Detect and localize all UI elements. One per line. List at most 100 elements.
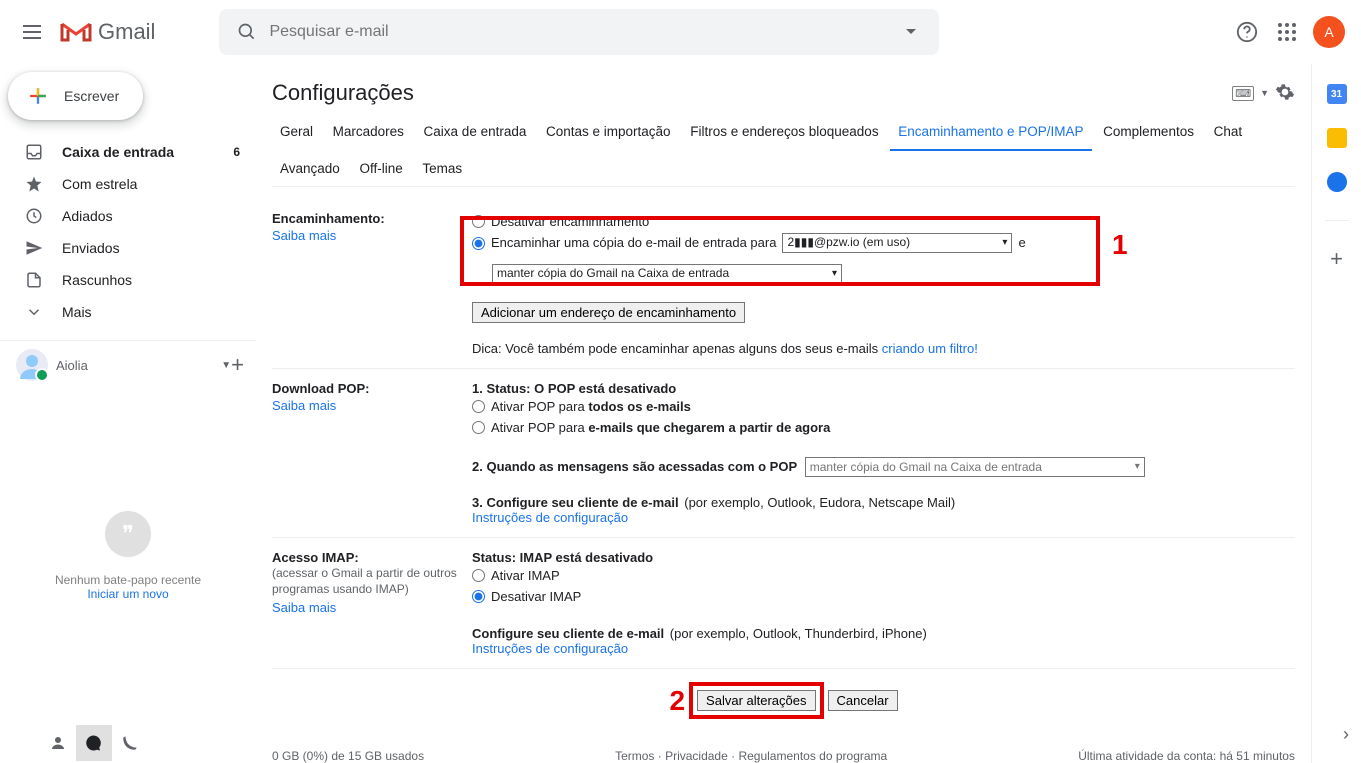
sidebar-item-label: Adiados xyxy=(62,208,240,224)
pop-when-select[interactable]: manter cópia do Gmail na Caixa de entrad… xyxy=(805,457,1145,477)
tab-avan-ado[interactable]: Avançado xyxy=(272,151,348,186)
account-avatar[interactable]: A xyxy=(1313,16,1345,48)
get-addons-button[interactable]: + xyxy=(1327,249,1347,269)
pop-enable-new-radio[interactable] xyxy=(472,421,485,434)
compose-button[interactable]: Escrever xyxy=(8,72,143,120)
tab-temas[interactable]: Temas xyxy=(414,151,470,186)
forwarding-enable-radio[interactable] xyxy=(472,237,485,250)
sidebar-item-label: Mais xyxy=(62,304,240,320)
snoozed-icon xyxy=(24,206,44,226)
activity-text: Última atividade da conta: há 51 minutos xyxy=(1078,749,1295,763)
tab-contas-e-importa-o[interactable]: Contas e importação xyxy=(538,114,679,149)
tab-chat[interactable]: Chat xyxy=(1206,114,1251,149)
forwarding-and-word: e xyxy=(1018,232,1025,253)
sidebar-item-starred[interactable]: Com estrela xyxy=(0,168,256,200)
tab-off-line[interactable]: Off-line xyxy=(351,151,410,186)
pop-instructions-link[interactable]: Instruções de configuração xyxy=(472,510,628,525)
hangouts-new-chat-button[interactable]: + xyxy=(231,352,244,378)
plus-icon xyxy=(24,82,52,110)
sidebar-item-more[interactable]: Mais xyxy=(0,296,256,328)
tab-geral[interactable]: Geral xyxy=(272,114,321,149)
header: Gmail A xyxy=(0,0,1361,64)
hamburger-icon xyxy=(23,31,41,33)
keyboard-icon[interactable]: ⌨ xyxy=(1232,86,1254,101)
imap-enable-row[interactable]: Ativar IMAP xyxy=(472,565,1295,586)
footer-links: Termos · Privacidade · Regulamentos do p… xyxy=(615,749,887,763)
calendar-addon-icon[interactable]: 31 xyxy=(1327,84,1347,104)
imap-section: Acesso IMAP: (acessar o Gmail a partir d… xyxy=(272,537,1295,668)
search-input[interactable] xyxy=(267,22,891,42)
search-options-button[interactable] xyxy=(891,12,931,52)
sidebar-item-label: Com estrela xyxy=(62,176,240,192)
terms-link[interactable]: Termos xyxy=(615,749,654,763)
pop-section: Download POP: Saiba mais 1. Status: O PO… xyxy=(272,368,1295,537)
tab-complementos[interactable]: Complementos xyxy=(1095,114,1202,149)
imap-subtitle: (acessar o Gmail a partir de outros prog… xyxy=(272,565,472,599)
search-box[interactable] xyxy=(219,9,939,55)
hangouts-avatar xyxy=(16,349,48,381)
privacy-link[interactable]: Privacidade xyxy=(665,749,728,763)
pop-enable-new-row[interactable]: Ativar POP para e-mails que chegarem a p… xyxy=(472,417,1295,438)
hangouts-user-name: Aiolia xyxy=(56,358,221,373)
cancel-button[interactable]: Cancelar xyxy=(828,690,898,711)
sent-icon xyxy=(24,238,44,258)
forwarding-disable-row[interactable]: Desativar encaminhamento xyxy=(472,211,1295,232)
hangouts-chats-tab[interactable] xyxy=(76,725,112,761)
forwarding-email-select[interactable]: 2▮▮▮@pzw.io (em uso) xyxy=(782,233,1012,253)
sidebar-item-inbox[interactable]: Caixa de entrada 6 xyxy=(0,136,256,168)
gmail-logo[interactable]: Gmail xyxy=(60,19,155,45)
gmail-m-icon xyxy=(60,20,92,44)
keep-addon-icon[interactable] xyxy=(1327,128,1347,148)
add-forwarding-address-button[interactable]: Adicionar um endereço de encaminhamento xyxy=(472,302,745,323)
main-menu-button[interactable] xyxy=(8,8,56,56)
tab-encaminhamento-e-pop-imap[interactable]: Encaminhamento e POP/IMAP xyxy=(890,114,1091,151)
tab-caixa-de-entrada[interactable]: Caixa de entrada xyxy=(416,114,535,149)
pop-status: 1. Status: O POP está desativado xyxy=(472,381,1295,396)
sidebar-item-sent[interactable]: Enviados xyxy=(0,232,256,264)
tasks-addon-icon[interactable] xyxy=(1327,172,1347,192)
pop-heading: Download POP: xyxy=(272,381,370,396)
collapse-side-panel-button[interactable]: › xyxy=(1343,724,1349,745)
help-button[interactable] xyxy=(1227,12,1267,52)
forwarding-learn-more-link[interactable]: Saiba mais xyxy=(272,228,472,243)
imap-enable-radio[interactable] xyxy=(472,569,485,582)
pop-learn-more-link[interactable]: Saiba mais xyxy=(272,398,472,413)
hangouts-user-row[interactable]: Aiolia ▼ + xyxy=(0,340,256,389)
title-actions: ⌨ ▼ xyxy=(1232,82,1295,105)
hangouts-phone-tab[interactable] xyxy=(112,725,148,761)
imap-disable-radio[interactable] xyxy=(472,590,485,603)
search-container xyxy=(219,9,939,55)
tab-marcadores[interactable]: Marcadores xyxy=(325,114,412,149)
storage-text: 0 GB (0%) de 15 GB usados xyxy=(272,749,424,763)
imap-instructions-link[interactable]: Instruções de configuração xyxy=(472,641,628,656)
google-apps-button[interactable] xyxy=(1267,12,1307,52)
forwarding-disable-radio[interactable] xyxy=(472,215,485,228)
create-filter-link[interactable]: criando um filtro! xyxy=(882,341,978,356)
hangouts-contacts-tab[interactable] xyxy=(40,725,76,761)
imap-disable-label: Desativar IMAP xyxy=(491,586,581,607)
imap-learn-more-link[interactable]: Saiba mais xyxy=(272,600,472,615)
sidebar-item-drafts[interactable]: Rascunhos xyxy=(0,264,256,296)
imap-heading: Acesso IMAP: xyxy=(272,550,359,565)
gear-icon[interactable] xyxy=(1275,82,1295,105)
gmail-wordmark: Gmail xyxy=(98,19,155,45)
sidebar-item-label: Caixa de entrada xyxy=(62,144,233,160)
rules-link[interactable]: Regulamentos do programa xyxy=(738,749,887,763)
forwarding-enable-label: Encaminhar uma cópia do e-mail de entrad… xyxy=(491,232,776,253)
search-icon[interactable] xyxy=(227,12,267,52)
pop-enable-all-row[interactable]: Ativar POP para todos os e-mails xyxy=(472,396,1295,417)
forwarding-keep-select[interactable]: manter cópia do Gmail na Caixa de entrad… xyxy=(492,264,842,284)
forwarding-enable-row[interactable]: Encaminhar uma cópia do e-mail de entrad… xyxy=(472,232,1295,283)
sidebar-item-snoozed[interactable]: Adiados xyxy=(0,200,256,232)
save-button[interactable]: Salvar alterações xyxy=(697,690,815,711)
tab-filtros-e-endere-os-bloqueados[interactable]: Filtros e endereços bloqueados xyxy=(682,114,886,149)
rail-separator xyxy=(1325,220,1349,221)
chevron-down-icon[interactable]: ▼ xyxy=(1260,88,1269,98)
inbox-icon xyxy=(24,142,44,162)
settings-tabs: Geral Marcadores Caixa de entrada Contas… xyxy=(272,114,1295,187)
hangouts-tabs xyxy=(0,723,256,763)
compose-label: Escrever xyxy=(64,88,119,104)
hangouts-start-new-link[interactable]: Iniciar um novo xyxy=(87,587,168,601)
pop-enable-all-radio[interactable] xyxy=(472,400,485,413)
imap-disable-row[interactable]: Desativar IMAP xyxy=(472,586,1295,607)
